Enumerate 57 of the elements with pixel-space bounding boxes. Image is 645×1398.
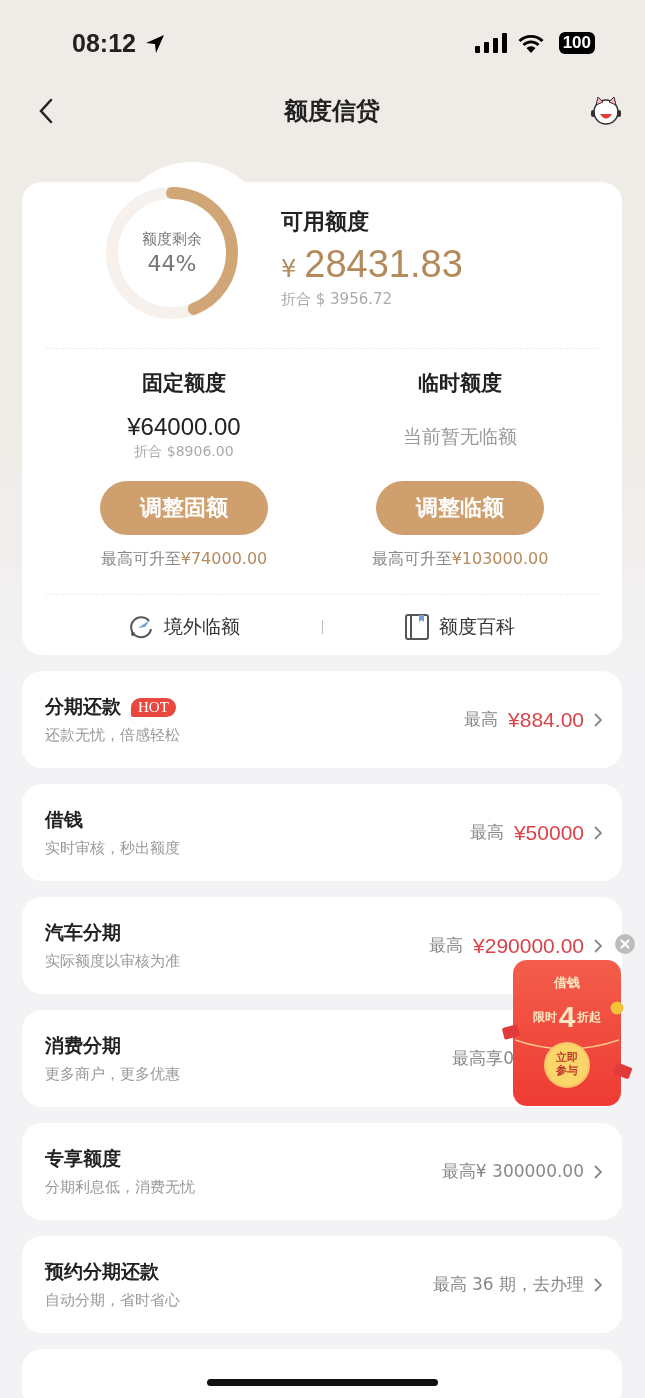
product-row[interactable]: 借钱 实时审核，秒出额度 最高 ¥50000 [22,784,622,881]
promo-text: 折起 [577,1008,602,1026]
product-title: 专享额度 [45,1146,121,1171]
hot-badge: HOT [131,697,176,717]
shortcut-link[interactable]: 额度百科 [322,614,598,640]
promo-title: 借钱 [554,974,580,992]
cat-mascot-icon[interactable] [589,96,623,126]
book-icon [405,614,430,640]
ring-label: 额度剩余 [142,230,202,249]
product-row[interactable]: 分期还款 HOT 还款无忧，倍感轻松 最高 ¥884.00 [22,671,622,768]
back-icon[interactable] [38,98,54,124]
limit-title: 固定额度 [142,370,226,397]
wifi-icon [516,33,545,53]
converted-amount: 折合 $ 3956.72 [281,290,394,309]
product-subtitle: 自动分期，省时省心 [45,1291,180,1310]
battery-icon: 100 [558,32,595,54]
product-title: 消费分期 [45,1033,121,1058]
envelope-icon [614,1063,632,1079]
coin-icon [610,1001,624,1015]
promo-text: 限时 [532,1008,557,1026]
limit-title: 临时额度 [418,370,502,397]
plane-circle-icon [127,614,154,640]
product-subtitle: 实时审核，秒出额度 [45,839,180,858]
product-subtitle: 分期利息低，消费无忧 [45,1178,195,1197]
status-time: 08:12 [72,28,136,58]
offer-text: 最高享0 [452,1047,514,1070]
converted-amount: 折合 $8906.00 [134,443,234,461]
product-title: 借钱 [45,807,83,832]
available-amount: 28431.83 [304,243,463,286]
signal-icon [474,33,509,53]
max-label: 最高 [464,708,499,731]
envelope-icon [502,1024,520,1040]
product-row[interactable]: 专享额度 分期利息低，消费无忧 最高¥ 300000.00 [22,1123,622,1220]
currency-symbol: ¥ [281,255,297,283]
max-limit-text: 最高可升至¥103000.00 [371,549,549,570]
shortcut-link[interactable]: 境外临额 [46,614,322,640]
limit-amount: ¥64000.00 [127,413,241,441]
offer-text: 最高¥ 300000.00 [441,1160,584,1183]
max-label: 最高 [469,821,504,844]
product-title: 汽车分期 [45,920,121,945]
page-title: 额度信贷 [283,96,380,127]
max-label: 最高 [429,934,464,957]
max-amount: ¥50000 [513,820,584,845]
product-subtitle: 实际额度以审核为准 [45,952,180,971]
ring-percent: 44% [147,251,197,276]
product-row[interactable]: 预约分期还款 自动分期，省时省心 最高 36 期，去办理 [22,1236,622,1333]
product-title: 预约分期还款 [45,1259,159,1284]
product-subtitle: 更多商户，更多优惠 [45,1065,180,1084]
available-title: 可用额度 [281,208,370,236]
max-amount: ¥884.00 [508,707,584,732]
product-title: 分期还款 [45,694,121,719]
join-button[interactable]: 立即参与 [544,1042,590,1088]
max-limit-text: 最高可升至¥74000.00 [100,549,268,570]
limit-note: 当前暂无临额 [403,424,517,449]
max-amount: ¥290000.00 [473,933,584,958]
offer-text: 最高 36 期，去办理 [432,1273,584,1296]
product-subtitle: 还款无忧，倍感轻松 [45,726,180,745]
